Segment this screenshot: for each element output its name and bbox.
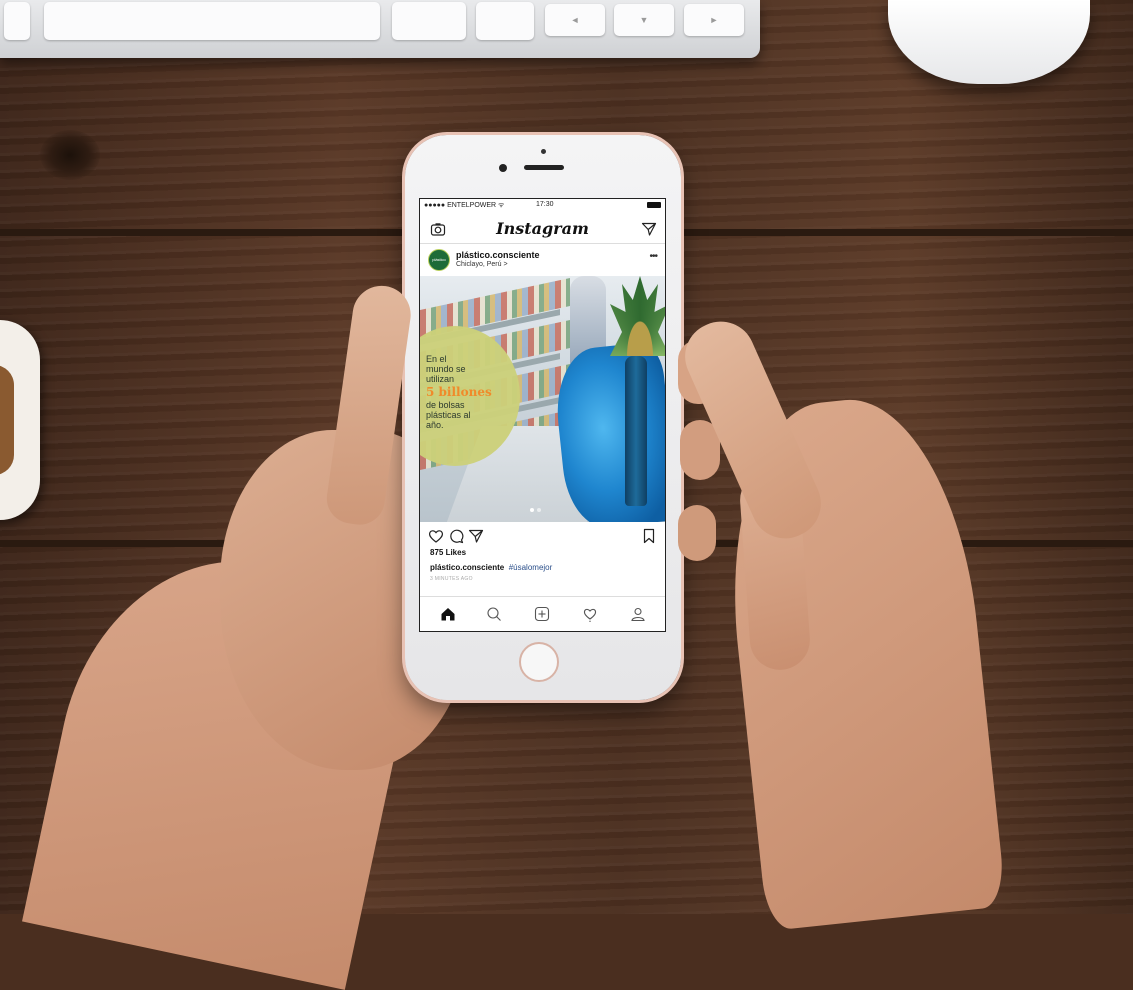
status-bar: ●●●●● ENTELPOWER ᯤ 17:30 [420,199,665,211]
add-post-icon[interactable] [534,606,550,622]
left-fingertip [678,505,716,561]
battery-icon [647,202,661,208]
keyboard-key [476,2,534,40]
direct-message-icon[interactable] [641,221,657,237]
overlay-line: mundo se [426,364,466,374]
keyboard-arrow-right: ► [684,4,744,36]
post-username[interactable]: plástico.consciente [456,250,540,260]
avatar-label: plástico [432,257,446,262]
overlay-highlight: 5 billones [426,385,492,399]
front-camera [499,164,507,172]
keyboard-arrow-left: ◄ [545,4,605,36]
keyboard-key [392,2,466,40]
bottle [625,356,647,506]
phone-screen: ●●●●● ENTELPOWER ᯤ 17:30 Instagram plást… [419,198,666,632]
post-caption: plástico.consciente #úsalomejor [430,563,552,572]
overlay-line: año. [426,420,444,430]
likes-count[interactable]: 875 Likes [430,548,466,557]
overlay-text: En el mundo se utilizan 5 billones de bo… [426,354,521,430]
post-time: 3 MINUTES AGO [430,576,473,582]
more-options-icon[interactable]: ••• [649,251,657,262]
app-header: Instagram [420,213,665,244]
heart-icon[interactable] [428,528,444,544]
carousel-dot [530,508,534,512]
keyboard-arrow-down: ▼ [614,4,674,36]
overlay-line: de bolsas [426,400,465,410]
comment-icon[interactable] [448,528,464,544]
bookmark-icon[interactable] [641,528,657,544]
post-location[interactable]: Chiclayo, Perú > [456,261,508,268]
front-sensor [541,149,546,154]
search-icon[interactable] [486,606,502,622]
post-actions [420,525,665,547]
activity-icon[interactable] [582,606,598,622]
overlay-line: plásticas al [426,410,471,420]
profile-icon[interactable] [630,606,646,622]
coffee-cup [0,320,40,520]
home-button[interactable] [519,642,559,682]
wood-knot [40,130,100,180]
pineapple [610,276,665,356]
avatar[interactable]: plástico [428,249,450,271]
keyboard: ◄ ▼ ► [0,0,760,58]
share-icon[interactable] [468,528,484,544]
carousel-dot [537,508,541,512]
smartphone: ●●●●● ENTELPOWER ᯤ 17:30 Instagram plást… [405,135,681,700]
overlay-line: utilizan [426,374,455,384]
caption-username[interactable]: plástico.consciente [430,563,504,572]
post-image[interactable]: En el mundo se utilizan 5 billones de bo… [420,276,665,522]
bottom-tab-bar [420,596,665,631]
keyboard-key [4,2,30,40]
overlay-line: En el [426,354,447,364]
home-icon[interactable] [440,606,456,622]
carrier-label: ●●●●● ENTELPOWER ᯤ [424,202,505,209]
carousel-indicator [530,508,541,512]
earpiece-speaker [524,165,564,170]
keyboard-spacebar [44,2,380,40]
app-title: Instagram [496,219,589,238]
clock: 17:30 [536,201,554,208]
caption-hashtag[interactable]: #úsalomejor [509,563,553,572]
post-header: plástico plástico.consciente Chiclayo, P… [420,245,665,275]
